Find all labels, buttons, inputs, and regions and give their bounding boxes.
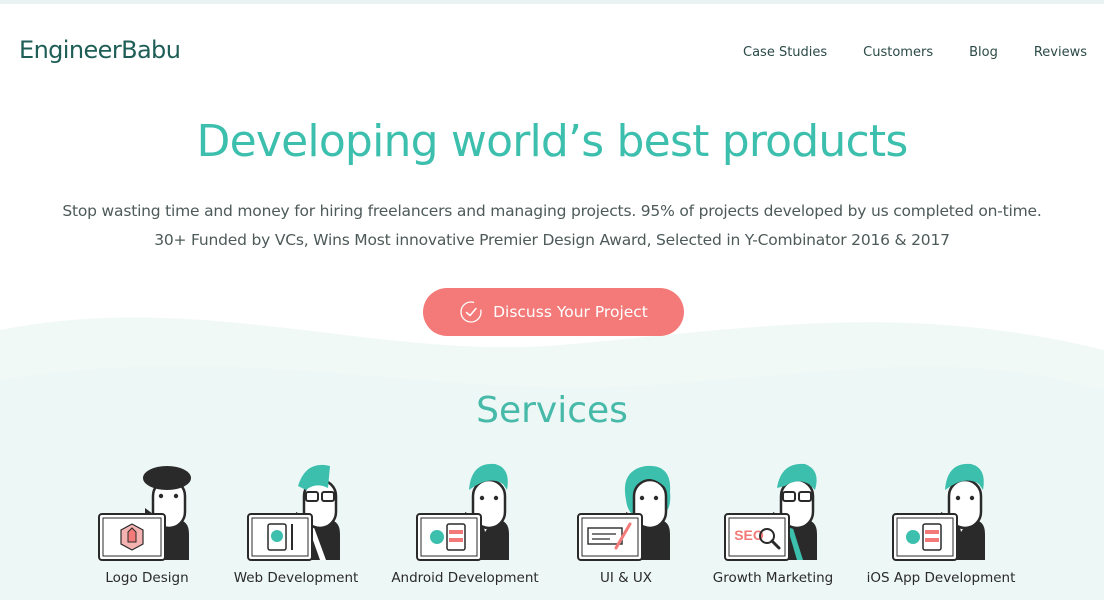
main-nav: Case Studies Customers Blog Reviews xyxy=(743,45,1087,60)
nav-customers[interactable]: Customers xyxy=(863,45,933,60)
check-circle-icon xyxy=(460,301,482,323)
top-strip xyxy=(0,0,1104,4)
service-logo-design-label: Logo Design xyxy=(105,570,189,586)
service-web-development-label: Web Development xyxy=(233,570,359,586)
growth-marketing-icon: SEO xyxy=(724,463,817,561)
discuss-project-button[interactable]: Discuss Your Project xyxy=(423,288,684,336)
hero-subtitle-line-1: Stop wasting time and money for hiring f… xyxy=(62,202,1042,220)
ios-app-development-icon xyxy=(892,463,985,561)
ui-ux-icon xyxy=(577,465,671,561)
nav-blog[interactable]: Blog xyxy=(969,45,998,60)
nav-case-studies[interactable]: Case Studies xyxy=(743,45,827,60)
service-ui-ux-label: UI & UX xyxy=(599,570,653,586)
logo-design-icon xyxy=(98,466,191,561)
nav-reviews[interactable]: Reviews xyxy=(1034,45,1087,60)
services-title: Services xyxy=(476,390,628,431)
web-development-icon xyxy=(247,464,340,561)
hero-title: Developing world’s best products xyxy=(196,116,909,167)
service-android-development-label: Android Development xyxy=(391,570,539,586)
service-ios-app-development-label: iOS App Development xyxy=(866,570,1016,586)
service-growth-marketing-label: Growth Marketing xyxy=(712,570,834,586)
discuss-project-label: Discuss Your Project xyxy=(493,303,648,321)
hero-subtitle-line-2: 30+ Funded by VCs, Wins Most innovative … xyxy=(154,231,950,249)
android-development-icon xyxy=(416,463,509,561)
brand-logo[interactable]: EngineerBabu xyxy=(19,36,181,64)
